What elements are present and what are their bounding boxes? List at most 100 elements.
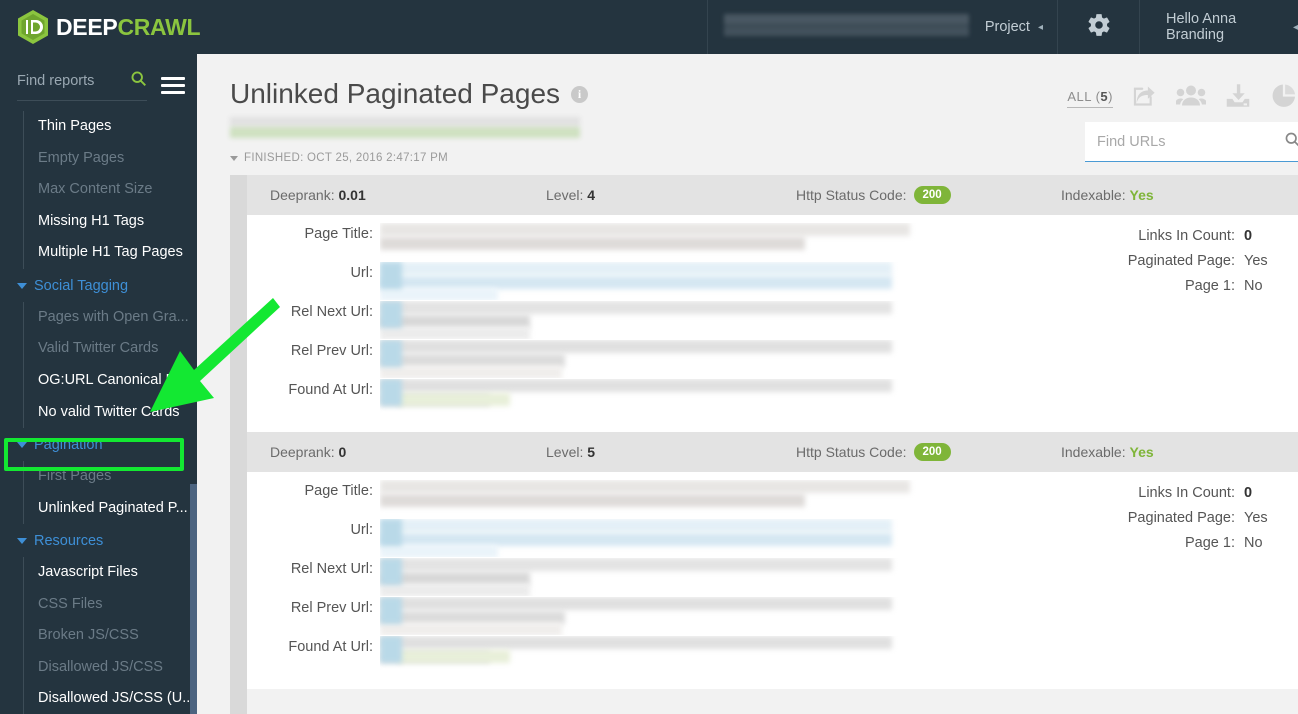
record-field: Rel Prev Url: [247, 340, 947, 378]
sidebar-item-css-files[interactable]: CSS Files [24, 589, 197, 621]
sidebar-item-no-valid-twitter-cards[interactable]: No valid Twitter Cards [24, 397, 197, 429]
sidebar-item-missing-h1-tags[interactable]: Missing H1 Tags [24, 206, 197, 238]
record-stat-label: Page 1: [1185, 278, 1235, 294]
find-reports-input[interactable]: Find reports [17, 70, 147, 101]
search-icon[interactable] [130, 70, 147, 91]
share-icon[interactable] [1131, 82, 1158, 114]
sidebar-item-empty-pages[interactable]: Empty Pages [24, 143, 197, 175]
sidebar-scrollbar[interactable] [190, 484, 197, 714]
record-field: Rel Next Url: [247, 558, 947, 596]
info-icon[interactable]: i [571, 85, 589, 103]
redacted-value-bar [380, 519, 892, 532]
deeprank-value: 0.01 [338, 187, 366, 203]
sidebar-item-javascript-files[interactable]: Javascript Files [24, 557, 197, 589]
record-field-value [380, 558, 947, 596]
table-row[interactable]: Deeprank: 0 Level: 5 Http Status Code: 200 I… [247, 432, 1298, 689]
status-badge: 200 [913, 443, 951, 461]
sidebar-item-pages-with-open-gra[interactable]: Pages with Open Gra... [24, 302, 197, 334]
record-field-value [380, 379, 947, 417]
redacted-value-bar [380, 597, 402, 624]
sidebar-group-children: Javascript Files CSS Files Broken JS/CSS Di… [23, 557, 197, 714]
hamburger-menu-icon[interactable] [161, 77, 185, 94]
redacted-value-bar [398, 650, 510, 663]
redacted-value-bar [380, 494, 805, 507]
download-icon[interactable] [1224, 82, 1252, 114]
pie-chart-icon[interactable] [1270, 82, 1298, 114]
indexable-value: Yes [1129, 444, 1154, 460]
redacted-value-bar [380, 379, 402, 406]
record-stat-value: Yes [1244, 510, 1268, 526]
record-field: Rel Next Url: [247, 301, 947, 339]
sidebar-top-items: Thin Pages Empty Pages Max Content Size Mis… [23, 111, 197, 269]
redacted-value-bar [380, 597, 892, 610]
sidebar-item-broken-js-css[interactable]: Broken JS/CSS [24, 620, 197, 652]
sidebar-item-valid-twitter-cards[interactable]: Valid Twitter Cards [24, 333, 197, 365]
redacted-value-bar [380, 340, 892, 353]
brand-logo[interactable]: DEEPCRAWL [0, 0, 707, 54]
crawl-finished-label: FINISHED: OCT 25, 2016 2:47:17 PM [244, 152, 448, 164]
record-field-value [380, 301, 947, 339]
level-label: Level: [546, 444, 584, 460]
sidebar-item-max-content-size[interactable]: Max Content Size [24, 174, 197, 206]
sidebar-nav: Thin Pages Empty Pages Max Content Size Mis… [0, 111, 197, 714]
redacted-value-bar [380, 558, 892, 571]
redacted-value-bar [380, 480, 910, 493]
record-field-list: Page Title: Url: Rel Next Url: Rel Prev Url… [247, 480, 947, 675]
level-metric: Level: 4 [546, 187, 796, 203]
redacted-value-bar [380, 288, 498, 300]
http-status-metric: Http Status Code: 200 [796, 443, 1061, 461]
record-field: Rel Prev Url: [247, 597, 947, 635]
chevron-down-icon [230, 155, 238, 161]
sidebar-group-social-tagging[interactable]: Social Tagging [0, 269, 197, 302]
table-row[interactable]: Deeprank: 0.01 Level: 4 Http Status Code: 2… [247, 175, 1298, 432]
record-stat-label: Page 1: [1185, 535, 1235, 551]
sidebar-item-first-pages[interactable]: First Pages [24, 461, 197, 493]
record-summary-bar: Deeprank: 0.01 Level: 4 Http Status Code: 2… [247, 175, 1298, 215]
record-side-stats: Links In Count: 0 Paginated Page: Yes Page 1… [947, 480, 1298, 675]
user-menu[interactable]: Hello Anna Branding ◂ [1139, 0, 1298, 54]
redacted-value-bar [380, 223, 910, 236]
sidebar-group-label: Social Tagging [34, 277, 129, 294]
project-selector[interactable]: Project ◂ [707, 0, 1057, 54]
redacted-value-bar [380, 262, 892, 275]
sidebar-item-multiple-h1-tag-pages[interactable]: Multiple H1 Tag Pages [24, 237, 197, 269]
sidebar-groups: Social Tagging Pages with Open Gra... Vali… [0, 269, 197, 714]
sidebar-group-resources[interactable]: Resources [0, 524, 197, 557]
find-urls-search[interactable] [1085, 122, 1298, 162]
record-field-value [380, 636, 947, 674]
sidebar-item-og-url-canonical-mi[interactable]: OG:URL Canonical Mi... [24, 365, 197, 397]
deeprank-metric: Deeprank: 0.01 [270, 187, 546, 203]
record-field-label: Page Title: [304, 226, 373, 242]
redacted-value-bar [380, 519, 402, 546]
http-status-metric: Http Status Code: 200 [796, 186, 1061, 204]
reports-sidebar: Find reports Thin Pages Empty Pages Max Co… [0, 54, 197, 714]
project-label: Project [984, 19, 1030, 35]
sidebar-item-unlinked-paginated-p[interactable]: Unlinked Paginated P... [24, 493, 197, 525]
record-field-label: Url: [350, 522, 373, 538]
sidebar-item-disallowed-js-css-u[interactable]: Disallowed JS/CSS (U... [24, 683, 197, 714]
logo-text-deep: DEEP [56, 13, 118, 40]
people-icon[interactable] [1175, 82, 1207, 114]
level-metric: Level: 5 [546, 444, 796, 460]
sidebar-item-disallowed-js-css[interactable]: Disallowed JS/CSS [24, 652, 197, 684]
all-filter-button[interactable]: ALL (5) [1067, 89, 1113, 108]
redacted-value-bar [380, 545, 498, 557]
record-stat-label: Paginated Page: [1127, 510, 1235, 526]
sidebar-item-thin-pages[interactable]: Thin Pages [24, 111, 197, 143]
redacted-value-bar [398, 393, 510, 406]
redacted-value-bar [380, 584, 530, 596]
record-stat-value: 0 [1244, 228, 1253, 244]
gear-icon [1086, 12, 1112, 42]
settings-button[interactable] [1057, 0, 1139, 54]
record-field: Page Title: [247, 223, 947, 261]
all-prefix: ALL ( [1067, 88, 1101, 104]
find-reports-placeholder: Find reports [17, 72, 95, 89]
redacted-value-bar [380, 301, 892, 314]
indexable-metric: Indexable: Yes [1061, 187, 1154, 203]
chevron-left-icon: ◂ [1292, 21, 1298, 33]
sidebar-group-pagination[interactable]: Pagination [0, 428, 197, 461]
redacted-value-bar [380, 340, 402, 367]
search-input[interactable] [1097, 134, 1284, 150]
search-icon[interactable] [1284, 131, 1298, 153]
record-stat-label: Links In Count: [1138, 485, 1235, 501]
